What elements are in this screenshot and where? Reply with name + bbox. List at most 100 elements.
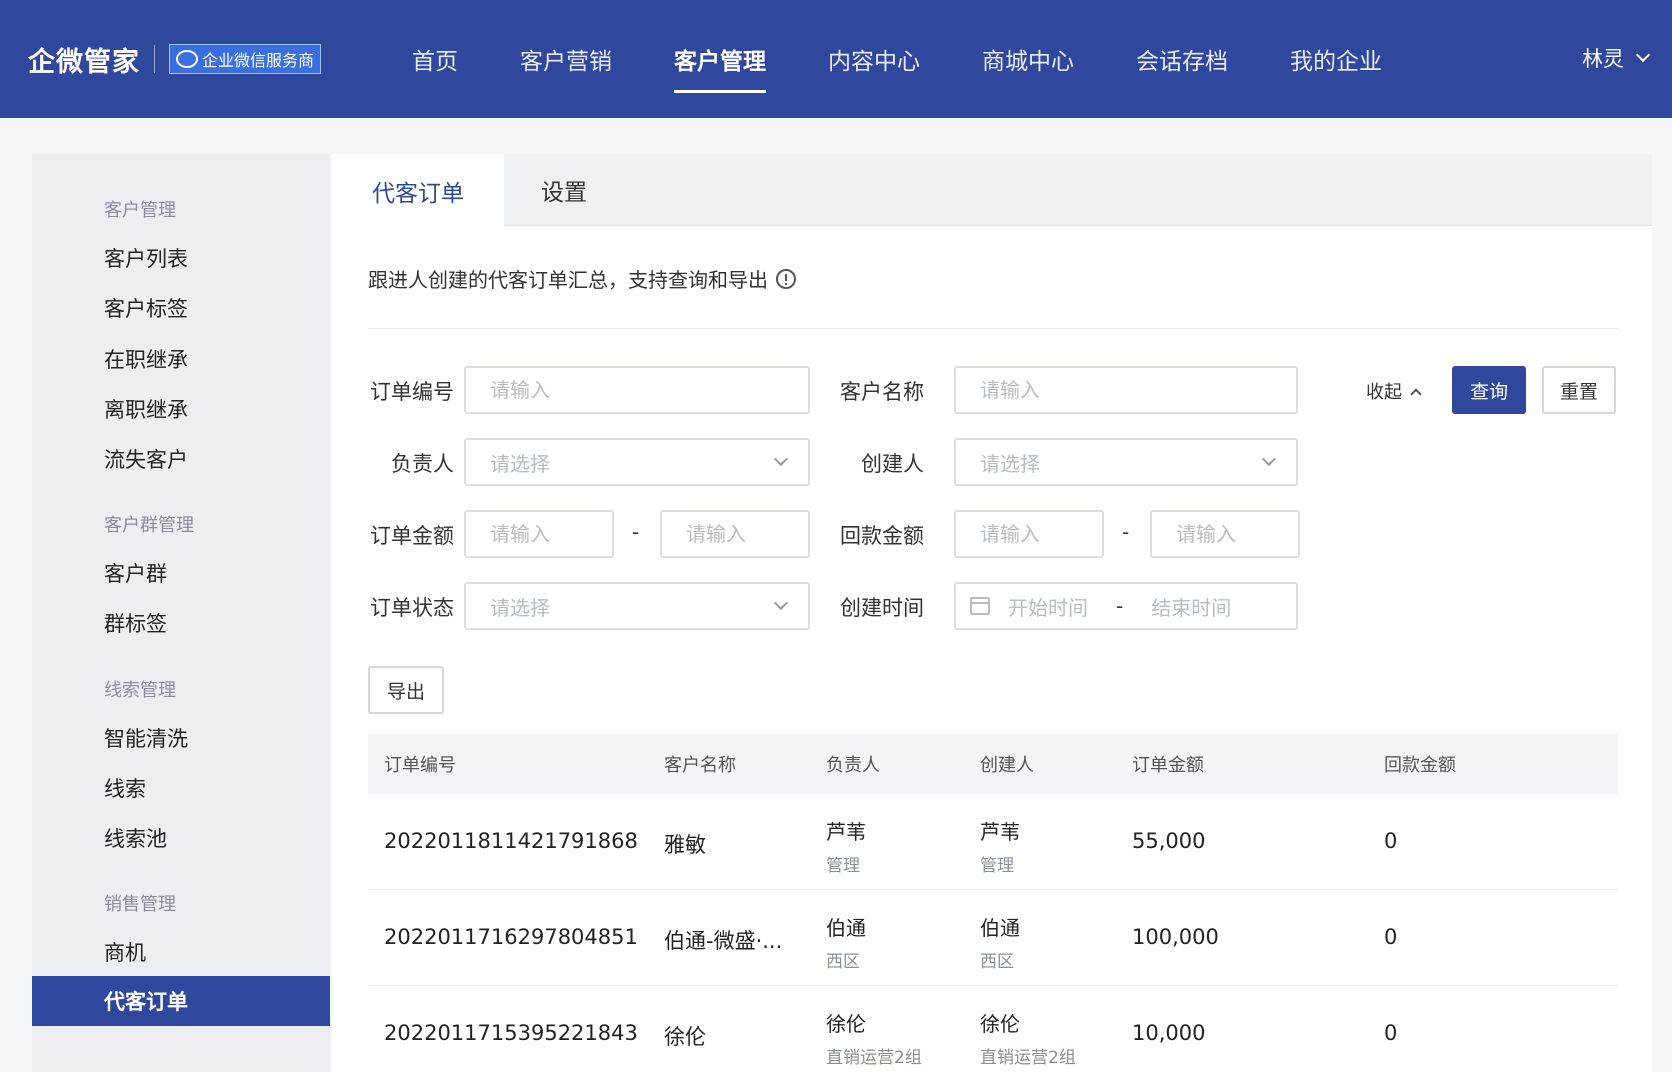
customer-name-field <box>954 366 1298 414</box>
end-time-placeholder[interactable]: 结束时间 <box>1151 592 1231 621</box>
divider <box>368 328 1618 329</box>
sidebar-item-customer-list[interactable]: 客户列表 <box>32 233 330 283</box>
query-button[interactable]: 查询 <box>1452 366 1526 414</box>
col-payback-amount: 回款金额 <box>1384 755 1456 776</box>
main-nav: 首页 客户营销 客户管理 内容中心 商城中心 会话存档 我的企业 <box>412 0 1444 118</box>
cell-customer-name[interactable]: 徐伦 <box>664 1021 706 1051</box>
cell-creator: 徐伦 直销运营2组 <box>980 1008 1076 1068</box>
cell-creator: 伯通 西区 <box>980 912 1020 972</box>
table-row[interactable]: 2022011716297804851 伯通-微盛·... 伯通 西区 伯通 西… <box>368 890 1618 986</box>
cell-order-no: 2022011715395221843 <box>384 1021 638 1045</box>
main-panel: 代客订单 设置 跟进人创建的代客订单汇总，支持查询和导出 订单编号 客户名称 收… <box>332 154 1652 1072</box>
payback-amount-label: 回款金额 <box>840 524 924 548</box>
sidebar-item-lost-customers[interactable]: 流失客户 <box>32 434 330 484</box>
export-button[interactable]: 导出 <box>368 666 444 714</box>
nav-home[interactable]: 首页 <box>412 0 458 118</box>
creator-select[interactable]: 请选择 <box>954 438 1298 486</box>
table-row[interactable]: 202201181142179186​8 雅敏 芦苇 管理 芦苇 管理 55,0… <box>368 794 1618 890</box>
sidebar-item-proxy-orders[interactable]: 代客订单 <box>32 976 330 1026</box>
order-amount-min-input[interactable] <box>490 522 612 546</box>
customer-name-label: 客户名称 <box>840 380 924 404</box>
range-separator: - <box>1122 520 1130 544</box>
owner-dept: 西区 <box>826 952 860 972</box>
sidebar-item-onjob-inherit[interactable]: 在职继承 <box>32 334 330 384</box>
sidebar-item-customer-group[interactable]: 客户群 <box>32 548 330 598</box>
sidebar-group-leads: 线索管理 <box>104 680 176 701</box>
cell-order-no: 202201181142179186​8 <box>384 829 638 853</box>
creator-name: 芦苇 <box>980 820 1020 844</box>
chat-bubble-icon <box>176 50 198 68</box>
sidebar-item-customer-tags[interactable]: 客户标签 <box>32 283 330 333</box>
sidebar-item-group-tags[interactable]: 群标签 <box>32 598 330 648</box>
sidebar-item-lead-pool[interactable]: 线索池 <box>32 813 330 863</box>
chevron-down-icon <box>773 451 789 467</box>
collapse-toggle[interactable]: 收起 <box>1366 378 1422 404</box>
table-row[interactable]: 2022011715395221843 徐伦 徐伦 直销运营2组 徐伦 直销运营… <box>368 986 1618 1072</box>
sidebar-item-resigned-inherit[interactable]: 离职继承 <box>32 384 330 434</box>
order-amount-label: 订单金额 <box>370 524 454 548</box>
brand-divider <box>154 45 155 73</box>
cell-owner: 徐伦 直销运营2组 <box>826 1008 922 1068</box>
sidebar-group-customer-groups: 客户群管理 <box>104 515 194 536</box>
payback-amount-max-input[interactable] <box>1176 522 1298 546</box>
nav-content-center[interactable]: 内容中心 <box>828 0 920 118</box>
owner-dept: 管理 <box>826 856 860 876</box>
payback-amount-min-field <box>954 510 1104 558</box>
nav-customer-marketing[interactable]: 客户营销 <box>520 0 612 118</box>
tab-settings[interactable]: 设置 <box>504 154 624 226</box>
creator-label: 创建人 <box>861 452 924 476</box>
user-menu[interactable]: 林灵 <box>1582 40 1651 76</box>
payback-amount-max-field <box>1150 510 1300 558</box>
creator-select-placeholder: 请选择 <box>980 451 1040 476</box>
calendar-icon <box>970 597 990 615</box>
order-amount-min-field <box>464 510 614 558</box>
nav-customer-management[interactable]: 客户管理 <box>674 0 766 118</box>
col-owner: 负责人 <box>826 755 880 776</box>
creator-dept: 西区 <box>980 952 1014 972</box>
cell-customer-name[interactable]: 伯通-微盛·... <box>664 925 782 955</box>
chevron-down-icon <box>1261 451 1277 467</box>
start-time-placeholder[interactable]: 开始时间 <box>1008 592 1088 621</box>
tab-bar: 代客订单 设置 <box>332 154 1652 227</box>
user-name: 林灵 <box>1582 47 1624 71</box>
created-time-range[interactable]: 开始时间 - 结束时间 <box>954 582 1298 630</box>
reset-button[interactable]: 重置 <box>1542 366 1616 414</box>
nav-my-enterprise[interactable]: 我的企业 <box>1290 0 1382 118</box>
tab-proxy-orders[interactable]: 代客订单 <box>332 154 504 227</box>
cell-owner: 伯通 西区 <box>826 912 866 972</box>
owner-name: 伯通 <box>826 916 866 940</box>
order-no-label: 订单编号 <box>370 380 454 404</box>
sidebar-group-customer: 客户管理 <box>104 200 176 221</box>
cell-order-amount: 55,000 <box>1132 829 1206 853</box>
cell-order-amount: 100,000 <box>1132 925 1219 949</box>
created-time-label: 创建时间 <box>840 596 924 620</box>
nav-mall-center[interactable]: 商城中心 <box>982 0 1074 118</box>
cell-owner: 芦苇 管理 <box>826 816 866 876</box>
col-creator: 创建人 <box>980 755 1034 776</box>
table-header: 订单编号 客户名称 负责人 创建人 订单金额 回款金额 <box>368 734 1618 794</box>
customer-name-input[interactable] <box>980 378 1296 402</box>
creator-name: 徐伦 <box>980 1012 1020 1036</box>
cell-customer-name[interactable]: 雅敏 <box>664 829 706 859</box>
order-status-placeholder: 请选择 <box>490 595 550 620</box>
order-no-input[interactable] <box>490 378 808 402</box>
brand[interactable]: 企微管家 企业微信服务商 <box>28 38 322 80</box>
owner-select[interactable]: 请选择 <box>464 438 810 486</box>
nav-session-archive[interactable]: 会话存档 <box>1136 0 1228 118</box>
cell-payback-amount: 0 <box>1384 925 1398 949</box>
info-icon[interactable] <box>776 268 796 289</box>
owner-name: 徐伦 <box>826 1012 866 1036</box>
order-status-select[interactable]: 请选择 <box>464 582 810 630</box>
chevron-down-icon <box>773 595 789 611</box>
sidebar-group-sales: 销售管理 <box>104 894 176 915</box>
col-order-amount: 订单金额 <box>1132 755 1204 776</box>
sidebar-item-smart-clean[interactable]: 智能清洗 <box>32 713 330 763</box>
col-order-no: 订单编号 <box>384 755 456 776</box>
order-amount-max-input[interactable] <box>686 522 808 546</box>
payback-amount-min-input[interactable] <box>980 522 1102 546</box>
sidebar-item-leads[interactable]: 线索 <box>32 763 330 813</box>
sidebar-item-opportunities[interactable]: 商机 <box>32 927 330 977</box>
cell-order-amount: 10,000 <box>1132 1021 1206 1045</box>
range-separator: - <box>1116 594 1124 618</box>
partner-badge-text: 企业微信服务商 <box>202 51 315 70</box>
